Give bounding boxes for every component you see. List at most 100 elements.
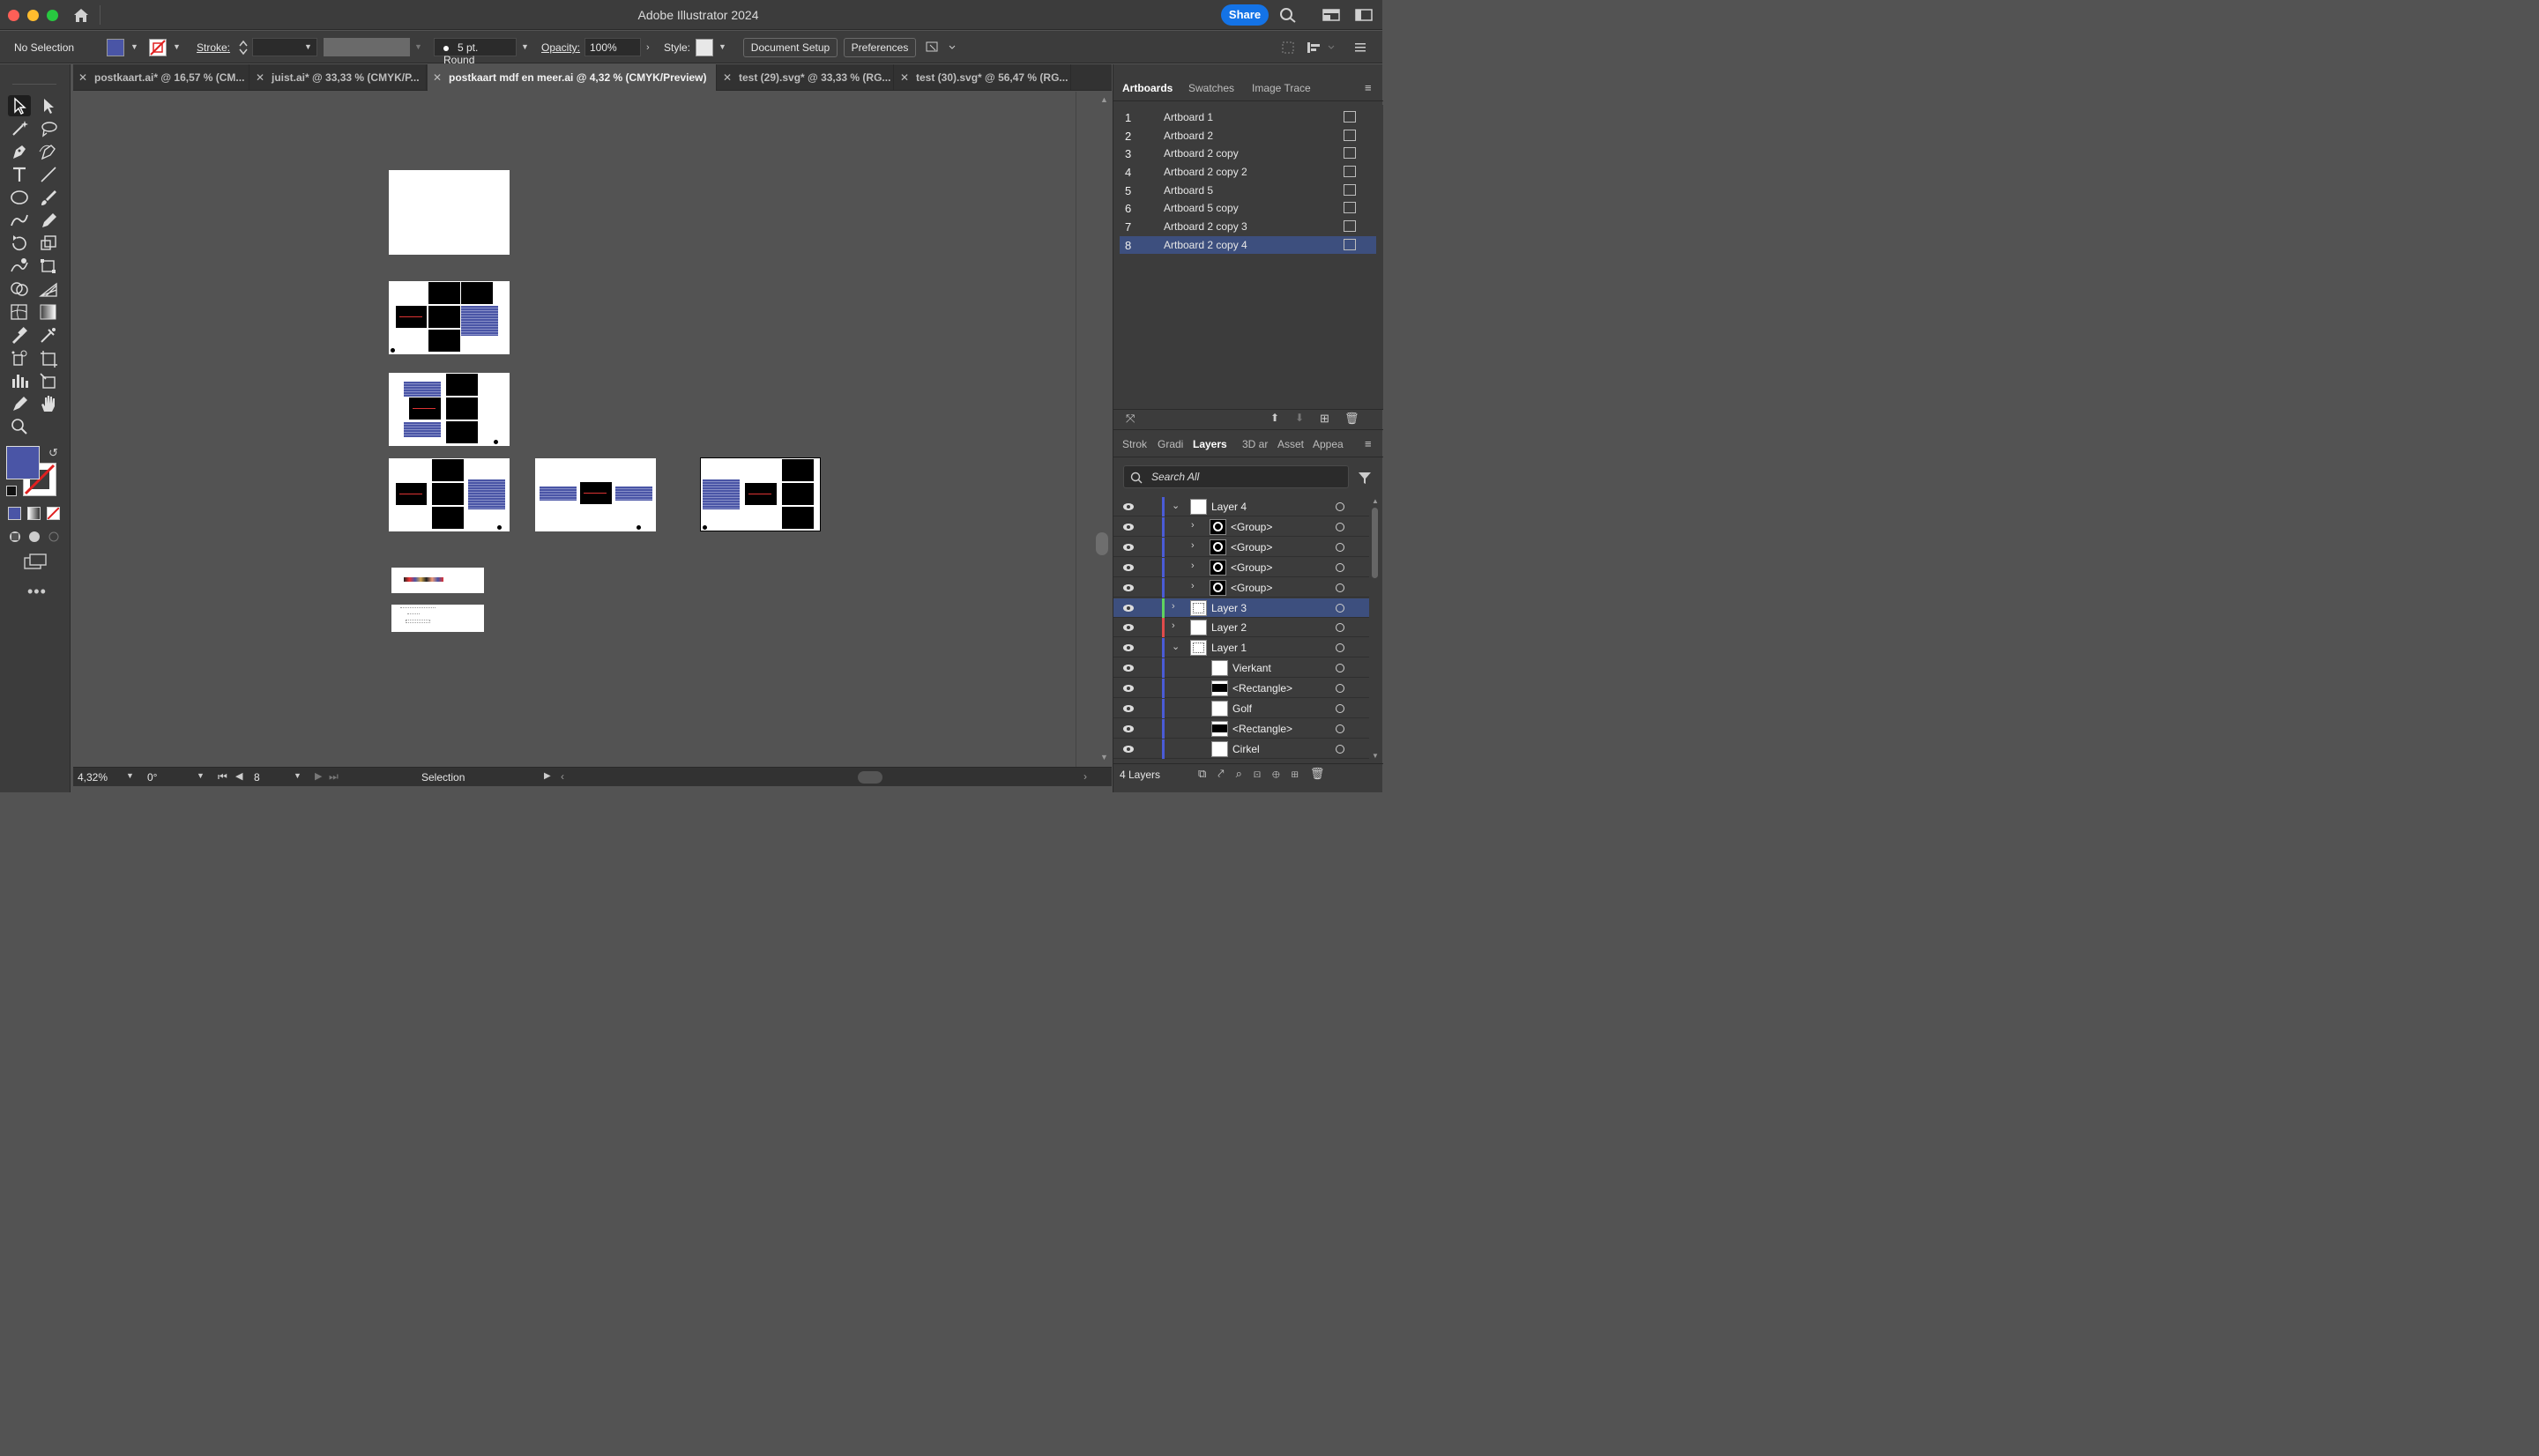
eyedropper-tool-icon[interactable]	[8, 324, 31, 345]
artboard-options-icon[interactable]	[1344, 184, 1356, 196]
new-artboard-icon[interactable]: ⊞	[1320, 412, 1329, 426]
brush-definition-field[interactable]: 5 pt. Round	[434, 38, 517, 66]
visibility-eye-icon[interactable]	[1122, 683, 1135, 694]
panel-menu-icon[interactable]: ≡	[1365, 437, 1372, 450]
arrange-documents-icon[interactable]	[925, 40, 957, 56]
eraser-tool-icon[interactable]	[8, 393, 31, 414]
tab-stroke[interactable]: Strok	[1122, 438, 1147, 450]
ellipse-tool-icon[interactable]	[8, 187, 31, 208]
filter-icon[interactable]	[1358, 471, 1372, 485]
stroke-weight-chevron[interactable]: ▼	[304, 42, 313, 51]
artboard-row[interactable]: 4 Artboard 2 copy 2	[1120, 163, 1376, 181]
perspective-grid-tool-icon[interactable]	[37, 279, 60, 300]
layer-row[interactable]: Vierkant	[1113, 658, 1369, 679]
visibility-eye-icon[interactable]	[1122, 583, 1135, 593]
artboard-options-icon[interactable]	[1344, 111, 1356, 123]
artboard-4[interactable]	[389, 458, 510, 531]
opacity-arrow[interactable]: ›	[646, 42, 655, 53]
gradient-tool-icon[interactable]	[37, 301, 60, 323]
tab-swatches[interactable]: Swatches	[1188, 82, 1234, 94]
visibility-eye-icon[interactable]	[1122, 522, 1135, 532]
layers-scrollbar[interactable]: ▲ ▼	[1369, 497, 1381, 761]
workspace-layout-icon[interactable]	[1322, 7, 1340, 23]
move-up-icon[interactable]: ⬆	[1270, 412, 1279, 424]
layer-footer-icons[interactable]: ⧉⤤⌕⊡⊕⊞🗑	[1198, 767, 1336, 781]
mesh-tool-icon[interactable]	[8, 301, 31, 323]
artboard-row-selected[interactable]: 8 Artboard 2 copy 4	[1120, 236, 1376, 254]
target-circle-icon[interactable]	[1336, 583, 1344, 592]
more-tools-icon[interactable]: •••	[27, 583, 47, 601]
panel-menu-icon[interactable]: ≡	[1365, 81, 1372, 94]
scroll-thumb[interactable]	[1372, 508, 1378, 578]
visibility-eye-icon[interactable]	[1122, 703, 1135, 714]
artboard-3[interactable]	[389, 373, 510, 446]
visibility-eye-icon[interactable]	[1122, 724, 1135, 734]
artboard-options-icon[interactable]	[1344, 239, 1356, 250]
screen-mode-icon[interactable]	[23, 553, 48, 570]
scroll-left-icon[interactable]: ‹	[561, 770, 564, 783]
type-tool-icon[interactable]	[8, 164, 31, 185]
tab-appearance[interactable]: Appea	[1313, 438, 1344, 450]
column-graph-tool-icon[interactable]	[8, 370, 31, 391]
artboard-options-icon[interactable]	[1344, 220, 1356, 232]
expand-chevron-icon[interactable]: ›	[1191, 520, 1195, 531]
selection-tool-icon[interactable]	[8, 95, 31, 116]
rotate-tool-icon[interactable]	[8, 233, 31, 254]
stroke-swatch[interactable]	[149, 39, 167, 56]
artboard-row[interactable]: 3 Artboard 2 copy	[1120, 145, 1376, 162]
symbol-sprayer-tool-icon[interactable]	[8, 347, 31, 368]
search-icon[interactable]	[1279, 7, 1297, 23]
layers-search-input[interactable]: Search All	[1123, 465, 1349, 488]
canvas[interactable]	[73, 92, 1075, 767]
artboard-5[interactable]	[535, 458, 656, 531]
tab-gradient[interactable]: Gradi	[1158, 438, 1183, 450]
layer-row[interactable]: › Layer 3	[1113, 598, 1369, 618]
swap-fill-stroke-icon[interactable]: ↺	[48, 446, 58, 460]
fill-dropdown-chevron[interactable]: ▼	[130, 42, 139, 51]
zoom-tool-icon[interactable]	[8, 416, 31, 437]
rearrange-artboards-icon[interactable]: ⤧	[1126, 412, 1135, 426]
horizontal-scroll-thumb[interactable]	[858, 771, 882, 784]
tab-layers[interactable]: Layers	[1193, 438, 1227, 450]
next-artboard-icon[interactable]: ▶	[315, 770, 322, 782]
preferences-button[interactable]: Preferences	[844, 38, 916, 57]
magic-wand-tool-icon[interactable]	[8, 118, 31, 139]
direct-selection-tool-icon[interactable]	[37, 95, 60, 116]
status-menu-arrow[interactable]: ▶	[544, 771, 551, 781]
collapse-chevron-icon[interactable]: ⌄	[1172, 641, 1180, 652]
artboard-row[interactable]: 1 Artboard 1	[1120, 108, 1376, 126]
target-circle-icon[interactable]	[1336, 623, 1344, 633]
curvature-tool-icon[interactable]	[37, 141, 60, 162]
tab-test-30[interactable]: ✕ test (30).svg* @ 56,47 % (RG...	[895, 64, 1071, 91]
brush-chevron[interactable]: ▼	[521, 42, 530, 51]
artboard-7[interactable]	[391, 605, 484, 632]
target-circle-icon[interactable]	[1336, 643, 1344, 653]
target-circle-icon[interactable]	[1336, 724, 1344, 733]
scroll-up-icon[interactable]: ▲	[1100, 95, 1108, 104]
close-tab-icon[interactable]: ✕	[723, 64, 732, 91]
layer-row[interactable]: <Rectangle>	[1113, 718, 1369, 739]
tab-juist[interactable]: ✕ juist.ai* @ 33,33 % (CMYK/P...	[250, 64, 427, 91]
artboard-options-icon[interactable]	[1344, 166, 1356, 177]
layer-row[interactable]: ⌄ Layer 4	[1113, 497, 1369, 516]
layer-row[interactable]: › Layer 2	[1113, 618, 1369, 638]
target-circle-icon[interactable]	[1336, 684, 1344, 694]
artboard-options-icon[interactable]	[1344, 147, 1356, 159]
scroll-right-icon[interactable]: ›	[1083, 770, 1087, 783]
lasso-tool-icon[interactable]	[37, 118, 60, 139]
color-mode-icon[interactable]	[8, 507, 21, 520]
visibility-eye-icon[interactable]	[1122, 744, 1135, 754]
tab-image-trace[interactable]: Image Trace	[1252, 82, 1311, 94]
panel-toggle-icon[interactable]	[1355, 7, 1373, 23]
stroke-dropdown-chevron[interactable]: ▼	[173, 42, 182, 51]
variable-width-chevron[interactable]: ▼	[414, 42, 423, 51]
layer-row[interactable]: › <Group>	[1113, 537, 1369, 557]
fill-color-swatch-front[interactable]	[6, 446, 40, 479]
tab-asset-export[interactable]: Asset	[1277, 438, 1304, 450]
target-circle-icon[interactable]	[1336, 502, 1344, 511]
line-segment-tool-icon[interactable]	[37, 164, 60, 185]
artboard-row[interactable]: 2 Artboard 2	[1120, 127, 1376, 145]
layer-row[interactable]: ⌄ Layer 1	[1113, 638, 1369, 658]
close-tab-icon[interactable]: ✕	[256, 64, 264, 91]
layer-row[interactable]: › <Group>	[1113, 577, 1369, 598]
